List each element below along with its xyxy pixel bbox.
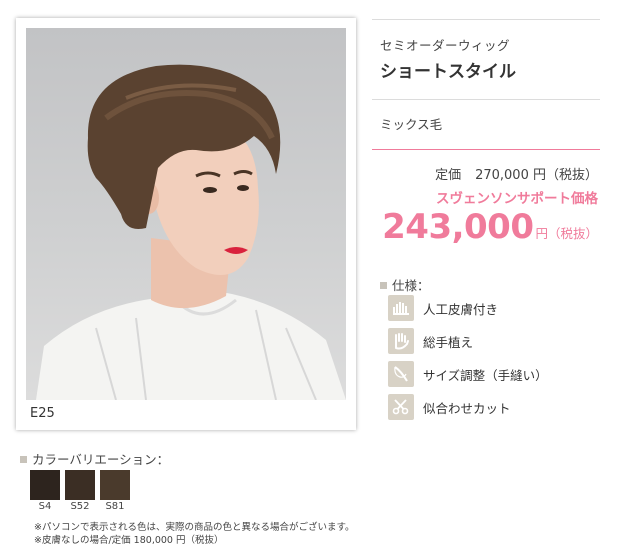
swatch-color	[65, 470, 95, 500]
spec-item: 総手植え	[388, 325, 548, 357]
regular-price: 定価 270,000 円（税抜）	[372, 164, 598, 183]
color-swatch-s52[interactable]: S52	[65, 470, 95, 512]
product-info-panel: セミオーダーウィッグ ショートスタイル ミックス毛 定価 270,000 円（税抜…	[372, 19, 600, 254]
swatch-color	[30, 470, 60, 500]
price-box: 定価 270,000 円（税抜） スヴェンソンサポート価格 243,000 円（税抜…	[372, 164, 600, 254]
sale-price-label: スヴェンソンサポート価格	[436, 191, 598, 207]
color-swatches: S4 S52 S81	[30, 470, 135, 512]
product-name: ショートスタイル	[380, 62, 516, 82]
spec-label: 人工皮膚付き	[423, 301, 499, 317]
spec-label: 総手植え	[423, 334, 474, 350]
divider	[372, 19, 600, 20]
color-variation-heading: カラーバリエーション：	[20, 449, 169, 468]
needle-icon	[388, 361, 414, 387]
regular-price-label: 定価	[435, 168, 462, 183]
sale-price: 243,000 円（税抜）	[372, 207, 598, 254]
product-photo	[26, 28, 346, 400]
product-category: セミオーダーウィッグ	[380, 38, 511, 53]
sale-price-unit: 円（税抜）	[535, 226, 598, 241]
spec-item: 似合わせカット	[388, 391, 548, 423]
model-illustration	[36, 64, 346, 400]
swatch-label: S4	[38, 501, 52, 512]
color-swatch-s81[interactable]: S81	[100, 470, 130, 512]
product-code: E25	[30, 406, 55, 421]
regular-price-value: 270,000 円（税抜）	[475, 168, 598, 183]
note-color-disclaimer: ※パソコンで表示される色は、実際の商品の色と異なる場合がございます。	[34, 522, 355, 533]
spec-item: 人工皮膚付き	[388, 292, 548, 324]
note-no-skin-price: ※皮膚なしの場合/定価 180,000 円（税抜）	[34, 535, 224, 546]
artificial-skin-icon	[388, 295, 414, 321]
product-photo-card: E25	[16, 18, 356, 430]
hand-icon	[388, 328, 414, 354]
bullet-square-icon	[380, 282, 387, 289]
spec-item: サイズ調整（手縫い）	[388, 358, 548, 390]
hair-type: ミックス毛	[380, 117, 443, 132]
bullet-square-icon	[20, 456, 27, 463]
notes: ※パソコンで表示される色は、実際の商品の色と異なる場合がございます。 ※皮膚なし…	[34, 521, 355, 547]
spec-list: 人工皮膚付き 総手植え サイズ調整（手縫い） 似合わせカット	[388, 292, 548, 424]
sale-price-value: 243,000	[382, 207, 534, 247]
spec-label: サイズ調整（手縫い）	[423, 367, 548, 383]
swatch-label: S81	[105, 501, 125, 512]
scissors-icon	[388, 394, 414, 420]
divider-accent	[372, 149, 600, 150]
swatch-color	[100, 470, 130, 500]
spec-label: 似合わせカット	[423, 400, 511, 416]
swatch-label: S52	[70, 501, 90, 512]
color-swatch-s4[interactable]: S4	[30, 470, 60, 512]
